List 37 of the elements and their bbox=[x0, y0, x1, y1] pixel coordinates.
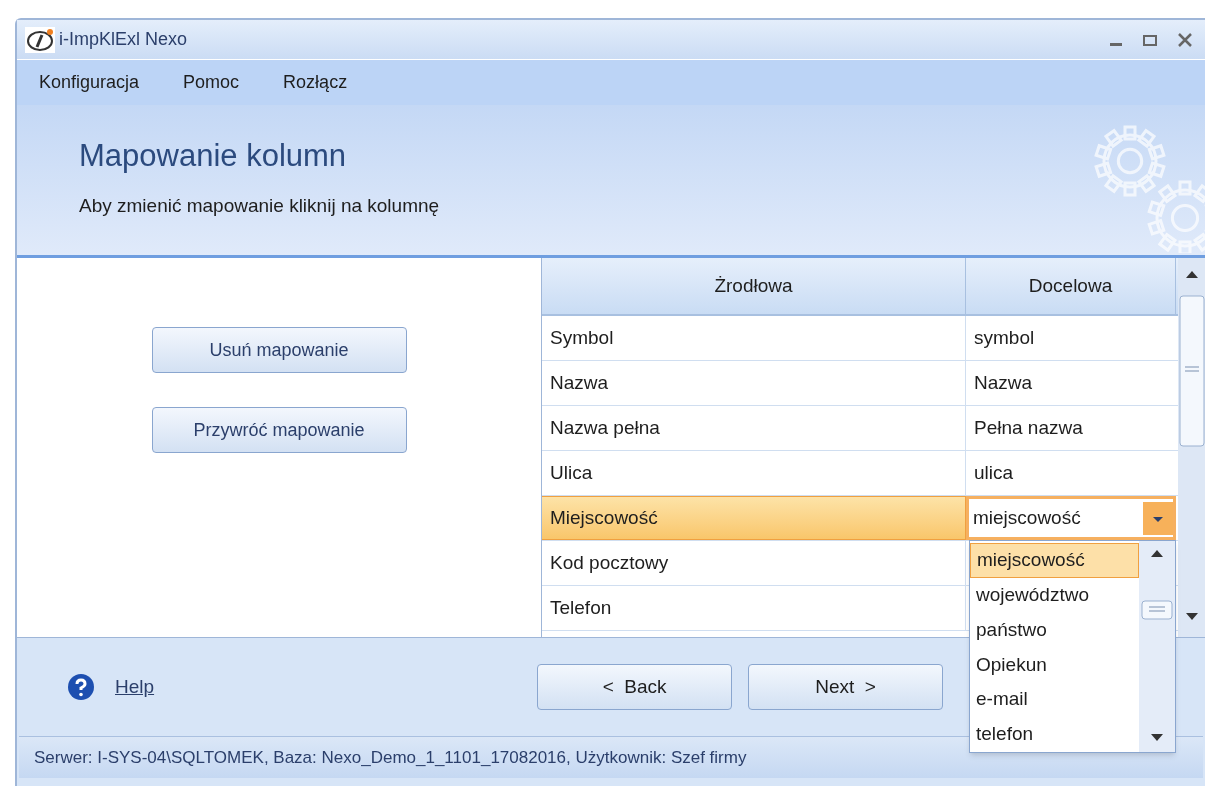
window-title: i-ImpKlExl Nexo bbox=[59, 28, 188, 51]
column-header[interactable]: Docelowa bbox=[966, 258, 1176, 314]
table-cell-text: Nazwa bbox=[974, 370, 1033, 395]
dropdown-option[interactable]: e-mail bbox=[970, 682, 1139, 718]
help-link[interactable]: Help bbox=[115, 672, 155, 702]
menu-item[interactable]: Pomoc bbox=[183, 69, 240, 96]
table-cell[interactable]: Kod pocztowy bbox=[542, 541, 966, 585]
maximize-icon[interactable] bbox=[1143, 32, 1157, 47]
dropdown-caret-icon[interactable] bbox=[1143, 501, 1173, 535]
dropdown-option[interactable]: województwo bbox=[970, 577, 1139, 613]
close-icon[interactable] bbox=[1177, 31, 1193, 48]
table-cell[interactable]: Symbol bbox=[542, 316, 966, 360]
back-button[interactable]: < Back bbox=[537, 664, 733, 710]
target-combobox[interactable]: miejscowość bbox=[969, 499, 1173, 537]
page-title: Mapowanie kolumn bbox=[79, 137, 348, 175]
menu-item[interactable]: Rozłącz bbox=[283, 69, 348, 96]
status-text: Serwer: I-SYS-04\SQLTOMEK, Baza: Nexo_Demo_1_1101_17082016, Użytkownik: Szef firmy bbox=[34, 746, 747, 769]
app-logo-icon bbox=[25, 26, 55, 53]
dropdown-option[interactable]: Opiekun bbox=[970, 647, 1139, 683]
table-cell[interactable]: Nazwa pełna bbox=[542, 406, 966, 450]
column-header[interactable]: Żrodłowa bbox=[542, 258, 966, 314]
table-cell-text: symbol bbox=[974, 325, 1035, 350]
table-cell[interactable]: Miejscowość bbox=[542, 496, 966, 540]
help-icon[interactable] bbox=[67, 673, 95, 701]
action-button[interactable]: Przywróć mapowanie bbox=[151, 407, 407, 453]
next-button[interactable]: Next > bbox=[748, 664, 944, 710]
page-subtitle: Aby zmienić mapowanie kliknij na kolumnę bbox=[79, 193, 441, 218]
table-cell[interactable]: Nazwa bbox=[542, 361, 966, 405]
table-cell-text: Pełna nazwa bbox=[974, 415, 1083, 440]
dropdown-option[interactable]: miejscowość bbox=[970, 543, 1139, 578]
action-button[interactable]: Usuń mapowanie bbox=[151, 327, 407, 373]
table-cell-text: ulica bbox=[974, 460, 1014, 485]
dropdown-option[interactable]: państwo bbox=[970, 612, 1139, 648]
menu-item[interactable]: Konfiguracja bbox=[39, 69, 140, 96]
table-cell[interactable]: Ulica bbox=[542, 451, 966, 495]
dropdown-option[interactable]: telefon bbox=[970, 717, 1139, 752]
table-cell[interactable]: Telefon bbox=[542, 586, 966, 630]
